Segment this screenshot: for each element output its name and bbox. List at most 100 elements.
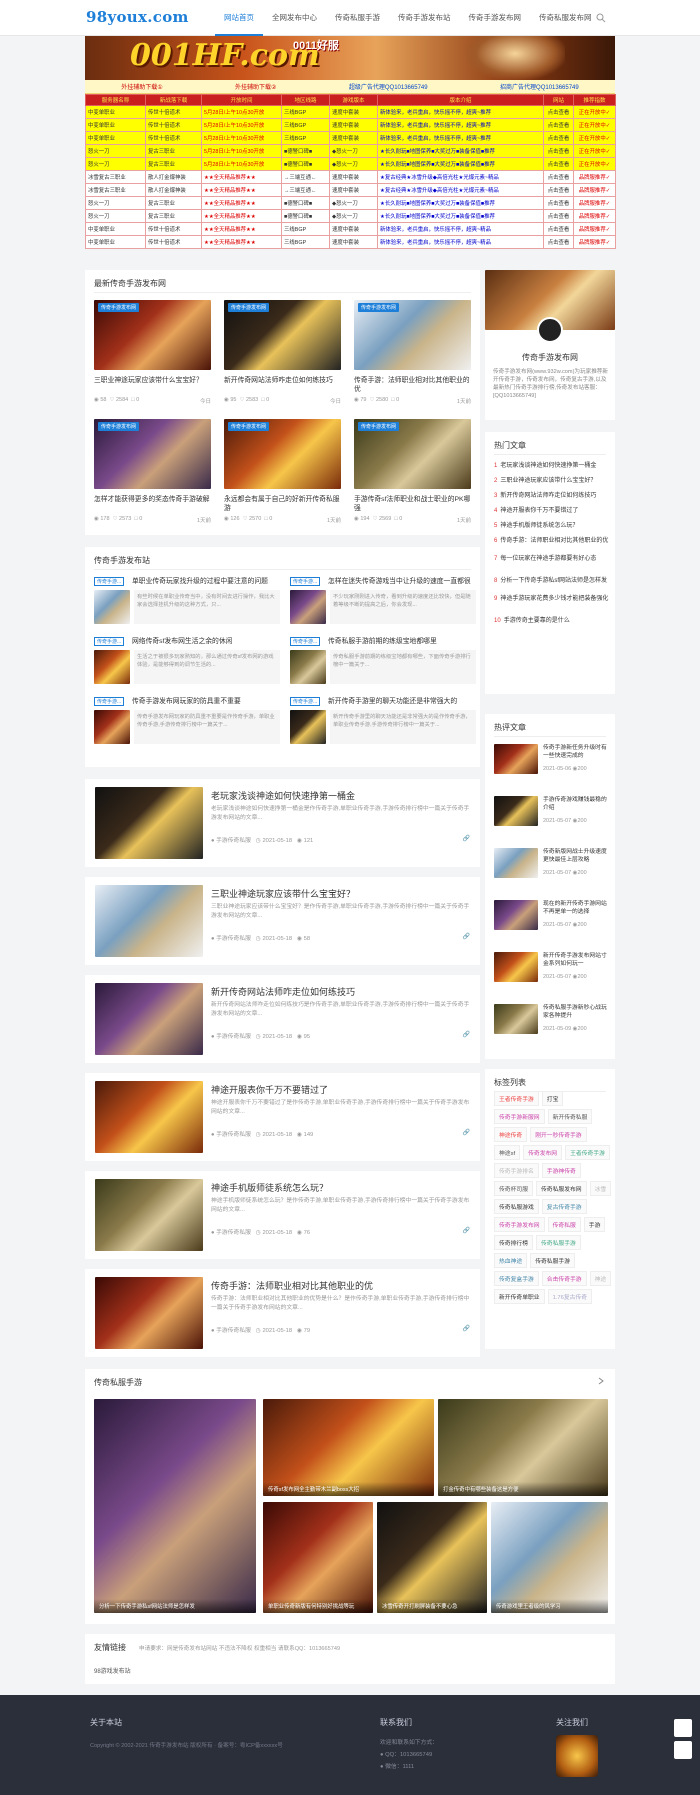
- view-link[interactable]: 点击查看: [543, 209, 574, 223]
- category-badge[interactable]: 传奇手游发布网: [228, 422, 270, 431]
- tag-link[interactable]: 新开传奇私服: [547, 1109, 593, 1124]
- category-badge[interactable]: 传奇手游发布网: [228, 303, 270, 312]
- status-link[interactable]: 正在开放中✓: [573, 118, 616, 132]
- article-thumbnail[interactable]: [95, 983, 203, 1055]
- nav-item-release-net[interactable]: 传奇手游发布网: [460, 0, 531, 36]
- status-link[interactable]: 品牌服推荐✓: [573, 170, 616, 184]
- article-thumbnail[interactable]: [94, 590, 130, 624]
- article-thumbnail[interactable]: [494, 848, 538, 878]
- article-thumbnail[interactable]: 传奇手游发布网: [224, 300, 341, 370]
- article-title[interactable]: 新开传奇手游发布网站寸金系列如何玩一: [543, 952, 607, 970]
- link-icon[interactable]: 🔗: [463, 1325, 470, 1332]
- status-link[interactable]: 正在开放中✓: [573, 131, 616, 145]
- search-icon[interactable]: [596, 13, 606, 23]
- tag-link[interactable]: 传奇杯司服: [494, 1181, 533, 1196]
- link-icon[interactable]: 🔗: [463, 1227, 470, 1234]
- feature-article-card[interactable]: 三职业神途玩家应该带什么宝宝好？ 三职业神途玩家应该带什么宝宝好？是作传奇手游,单…: [85, 877, 480, 965]
- view-link[interactable]: 点击查看: [543, 144, 574, 158]
- article-thumbnail[interactable]: [494, 796, 538, 826]
- view-link[interactable]: 点击查看: [543, 235, 574, 249]
- gallery-item[interactable]: 分析一下传奇手游私sf网站法师是怎样发: [94, 1399, 256, 1613]
- category-badge[interactable]: 传奇手游发布网: [358, 303, 400, 312]
- tag-link[interactable]: 传奇手游新服网: [494, 1109, 545, 1124]
- feature-article-card[interactable]: 新开传奇网站法师咋走位如何练技巧 新开传奇网站法师咋走位如何练技巧是作传奇手游,单…: [85, 975, 480, 1063]
- article-title[interactable]: 传奇手游：法师职业相对比其他职业的优: [211, 1279, 373, 1292]
- hot-article-link[interactable]: 2 三职业神途玩家应该带什么宝宝好？: [494, 477, 609, 485]
- view-link[interactable]: 点击查看: [543, 118, 574, 132]
- article-thumbnail[interactable]: [94, 650, 130, 684]
- hot-article-link[interactable]: 5 神途手机版师徒系统怎么玩？: [494, 522, 609, 530]
- category-badge[interactable]: 传奇手游发布网: [358, 422, 400, 431]
- tag-link[interactable]: 传奇私服: [547, 1217, 581, 1232]
- avatar[interactable]: [537, 317, 563, 343]
- article-title[interactable]: 手游传奇游戏赚钱最稳的介绍: [543, 796, 607, 814]
- status-link[interactable]: 品牌服推荐✓: [573, 209, 616, 223]
- tag-link[interactable]: 传奇手游发布网: [494, 1217, 545, 1232]
- category-badge[interactable]: 传奇手游...: [94, 697, 125, 706]
- tag-link[interactable]: 传奇复盒手游: [494, 1271, 539, 1286]
- gallery-item[interactable]: 打金传奇中有哪些装备这是方便: [438, 1399, 608, 1496]
- tag-link[interactable]: 传奇手游排名: [494, 1163, 539, 1178]
- article-thumbnail[interactable]: [290, 590, 326, 624]
- hot-article-link[interactable]: 9 神途手游玩家花费多少钱才能把装备强化: [494, 595, 609, 603]
- article-thumbnail[interactable]: [95, 1179, 203, 1251]
- nav-item-private-net[interactable]: 传奇私服发布网: [530, 0, 601, 36]
- hot-article-link[interactable]: 7 每一位玩家在神途手游都要有好心态: [494, 555, 609, 563]
- article-title[interactable]: 神途手机版师徒系统怎么玩？: [211, 1181, 328, 1194]
- category-badge[interactable]: 传奇手游...: [94, 637, 125, 646]
- article-title[interactable]: 单职业传奇玩家找升级的过程中要注意的问题: [132, 577, 280, 586]
- link-icon[interactable]: 🔗: [463, 1129, 470, 1136]
- view-link[interactable]: 点击查看: [543, 183, 574, 197]
- ad-banner[interactable]: 001HF.com 0011好服: [85, 36, 615, 80]
- tag-link[interactable]: 合击传奇手游: [541, 1271, 587, 1286]
- tag-link[interactable]: 传奇私服发布网: [536, 1181, 587, 1196]
- tag-link[interactable]: 打宝: [541, 1091, 564, 1106]
- tag-link[interactable]: 传奇私服手游: [536, 1235, 581, 1250]
- view-link[interactable]: 点击查看: [543, 131, 574, 145]
- article-thumbnail[interactable]: [494, 744, 538, 774]
- gallery-item[interactable]: 传奇sf发布网全主勤带木兰副boss大招: [263, 1399, 434, 1496]
- article-thumbnail[interactable]: [95, 787, 203, 859]
- article-title[interactable]: 新开传奇手游里的聊天功能还是非常强大的: [328, 697, 476, 706]
- status-link[interactable]: 品牌服推荐✓: [573, 235, 616, 249]
- tag-link[interactable]: 神途sf: [494, 1145, 521, 1160]
- tag-link[interactable]: 刚开一秒传奇手游: [530, 1127, 587, 1142]
- hot-article-link[interactable]: 8 分析一下传奇手游私sf网站法师是怎样发: [494, 577, 609, 585]
- article-thumbnail[interactable]: 传奇手游发布网: [94, 419, 211, 489]
- tag-link[interactable]: 热血神途: [494, 1253, 528, 1268]
- article-title[interactable]: 传奇新版网战士升级速度更快最佳上层攻略: [543, 848, 607, 866]
- feature-article-card[interactable]: 传奇手游：法师职业相对比其他职业的优 传奇手游：法师职业相对比其他职业的优势是什么…: [85, 1269, 480, 1357]
- nav-item-release-center[interactable]: 全网发布中心: [263, 0, 326, 36]
- tag-link[interactable]: 传奇排行榜: [494, 1235, 533, 1250]
- feature-article-card[interactable]: 老玩家浅谈神途如何快速挣第一桶金 老玩家浅谈神途如何快速挣第一桶金是作传奇手游,单…: [85, 779, 480, 867]
- status-link[interactable]: 正在开放中✓: [573, 157, 616, 171]
- tag-link[interactable]: 传奇私服游戏: [494, 1199, 539, 1214]
- view-link[interactable]: 点击查看: [543, 170, 574, 184]
- site-logo[interactable]: 98youx.com: [86, 8, 189, 26]
- tag-link[interactable]: 复古传奇手游: [541, 1199, 587, 1214]
- hot-article-link[interactable]: 1 老玩家浅谈神途如何快速挣第一桶金: [494, 462, 609, 470]
- article-title[interactable]: 三职业神途玩家应该带什么宝宝好？: [211, 887, 355, 900]
- category-badge[interactable]: 传奇手游...: [94, 577, 125, 586]
- feature-article-card[interactable]: 神途开服表你千万不要错过了 神途开服表你千万不要错过了是作传奇手游,单职业传奇手游…: [85, 1073, 480, 1161]
- nav-item-private-mobile[interactable]: 传奇私服手游: [326, 0, 389, 36]
- ad-link-1[interactable]: 外挂辅助下载①: [121, 82, 162, 91]
- article-title[interactable]: 新开传奇网站法师咋走位如何练技巧: [224, 376, 341, 394]
- link-icon[interactable]: 🔗: [463, 835, 470, 842]
- back-to-top-button[interactable]: [674, 1741, 692, 1759]
- view-link[interactable]: 点击查看: [543, 105, 574, 119]
- article-title[interactable]: 老玩家浅谈神途如何快速挣第一桶金: [211, 789, 355, 802]
- tag-link[interactable]: 王者传奇手游: [565, 1145, 610, 1160]
- article-thumbnail[interactable]: 传奇手游发布网: [354, 419, 471, 489]
- chevron-right-icon[interactable]: [597, 1377, 605, 1385]
- article-thumbnail[interactable]: [494, 952, 538, 982]
- article-thumbnail[interactable]: [494, 1004, 538, 1034]
- article-title[interactable]: 怎样在迷失传奇游戏当中让升级的速度一直都很: [328, 577, 476, 586]
- ad-link-2[interactable]: 外挂辅助下载②: [235, 82, 276, 91]
- link-icon[interactable]: 🔗: [463, 933, 470, 940]
- article-title[interactable]: 传奇手游新任务升级时有一些快速完成的: [543, 744, 607, 762]
- article-title[interactable]: 传奇私服手游新秒心战玩家各种提升: [543, 1004, 607, 1022]
- category-badge[interactable]: 传奇手游...: [290, 637, 321, 646]
- article-thumbnail[interactable]: [95, 1081, 203, 1153]
- article-thumbnail[interactable]: [290, 650, 326, 684]
